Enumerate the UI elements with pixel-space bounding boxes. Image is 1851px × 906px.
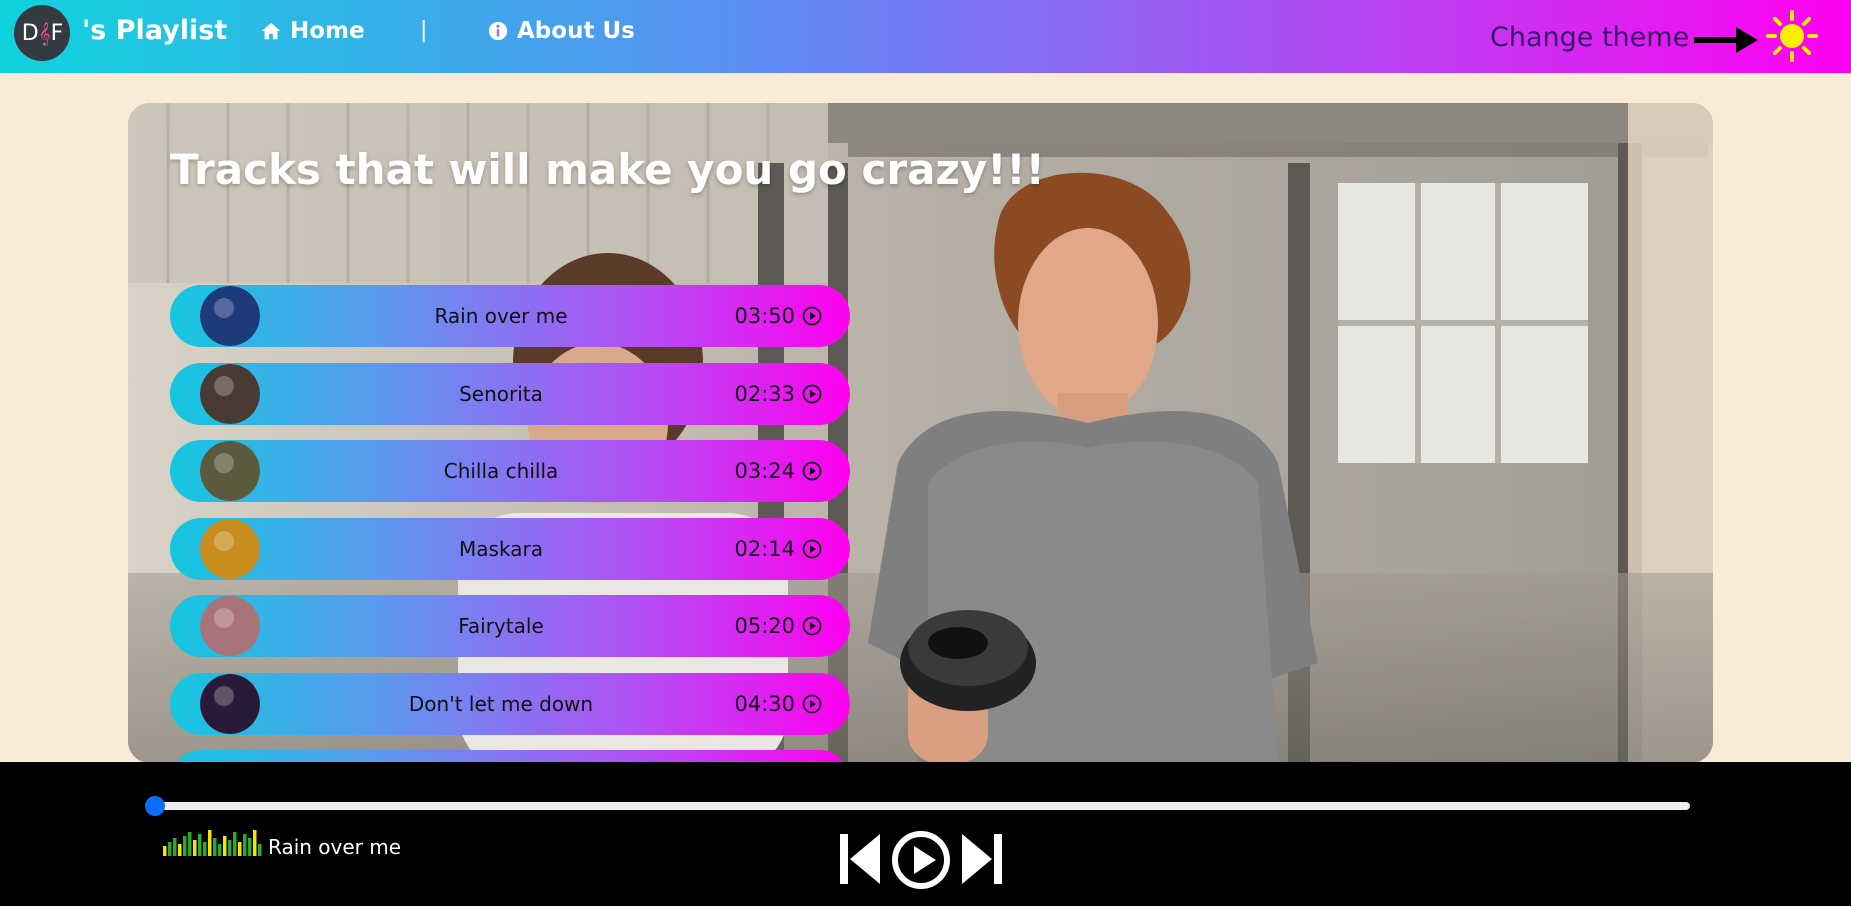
nav-home-link[interactable]: Home	[260, 18, 365, 44]
equalizer-bar	[258, 844, 262, 856]
track-title: Don't let me down	[408, 691, 594, 716]
hero-banner: Tracks that will make you go crazy!!! Ra…	[128, 103, 1713, 763]
track-item[interactable]: Rain over me 03:50	[170, 285, 850, 347]
track-duration: 05:20	[734, 614, 795, 638]
change-theme-label: Change theme	[1490, 22, 1690, 53]
nav-home-label: Home	[290, 18, 365, 44]
brand-title: 's Playlist	[82, 15, 228, 46]
equalizer-bar	[173, 838, 177, 856]
previous-track-icon[interactable]	[838, 830, 882, 888]
track-duration: 03:50	[734, 304, 795, 328]
equalizer-bar	[168, 842, 172, 856]
equalizer-bar	[228, 840, 232, 856]
track-item[interactable]: Chilla chilla 03:24	[170, 440, 850, 502]
now-playing-title: Rain over me	[268, 835, 402, 859]
track-title: Senorita	[459, 381, 543, 406]
equalizer-bar	[193, 840, 197, 856]
progress-slider[interactable]	[145, 796, 1690, 816]
track-item[interactable]: Maskara 02:14	[170, 517, 850, 580]
equalizer-bar	[208, 830, 212, 856]
logo-letter-f: F	[50, 20, 64, 46]
track-title: Fairytale	[458, 614, 544, 638]
equalizer-bar	[203, 842, 207, 856]
track-title: Rain over me	[434, 304, 568, 328]
equalizer-bar	[163, 846, 167, 856]
sun-icon[interactable]	[1766, 10, 1818, 62]
equalizer-bar	[198, 834, 202, 856]
logo-letter-d: D	[21, 20, 39, 46]
play-circle-icon[interactable]	[802, 694, 822, 714]
play-circle-icon[interactable]	[802, 539, 822, 559]
play-circle-icon[interactable]	[802, 384, 822, 404]
logo[interactable]: D 𝄞 F	[14, 5, 70, 61]
equalizer-bar	[238, 842, 242, 856]
hero-title: Tracks that will make you go crazy!!!	[170, 145, 1045, 194]
track-duration: 02:14	[734, 536, 795, 561]
nav-about-label: About Us	[517, 18, 635, 44]
info-icon	[488, 21, 508, 41]
equalizer-bar	[243, 834, 247, 856]
play-icon[interactable]	[891, 830, 951, 890]
track-list: Rain over me 03:50 Senorita 02:33 Chilla chi…	[170, 285, 850, 763]
equalizer-bar	[213, 838, 217, 856]
equalizer-bar	[253, 830, 257, 856]
progress-thumb[interactable]	[145, 796, 165, 816]
equalizer-bar	[233, 832, 237, 856]
track-duration: 02:33	[734, 381, 795, 406]
play-circle-icon[interactable]	[802, 616, 822, 636]
track-item[interactable]: Don't let me down 04:30	[170, 672, 850, 735]
equalizer-bar	[183, 836, 187, 856]
track-title: Chilla chilla	[443, 459, 559, 483]
equalizer-bar	[178, 844, 182, 856]
navbar: D 𝄞 F 's Playlist Home | About Us Change t…	[0, 0, 1851, 73]
equalizer-gif-icon	[163, 830, 262, 856]
play-circle-icon[interactable]	[802, 306, 822, 326]
equalizer-bar	[218, 844, 222, 856]
track-duration: 03:24	[734, 459, 795, 483]
next-track-icon[interactable]	[960, 830, 1004, 888]
music-clef-icon: 𝄞	[38, 21, 51, 45]
equalizer-bar	[248, 838, 252, 856]
equalizer-bar	[223, 836, 227, 856]
equalizer-bar	[188, 832, 192, 856]
track-item[interactable]: Fairytale 05:20	[170, 595, 850, 657]
nav-separator: |	[420, 18, 428, 43]
nav-about-link[interactable]: About Us	[487, 18, 635, 44]
track-title: Maskara	[459, 536, 543, 561]
arrow-right-icon	[1694, 27, 1758, 53]
home-icon	[261, 22, 281, 40]
track-item[interactable]: Senorita 02:33	[170, 362, 850, 425]
track-duration: 04:30	[734, 691, 795, 716]
play-circle-icon[interactable]	[802, 461, 822, 481]
